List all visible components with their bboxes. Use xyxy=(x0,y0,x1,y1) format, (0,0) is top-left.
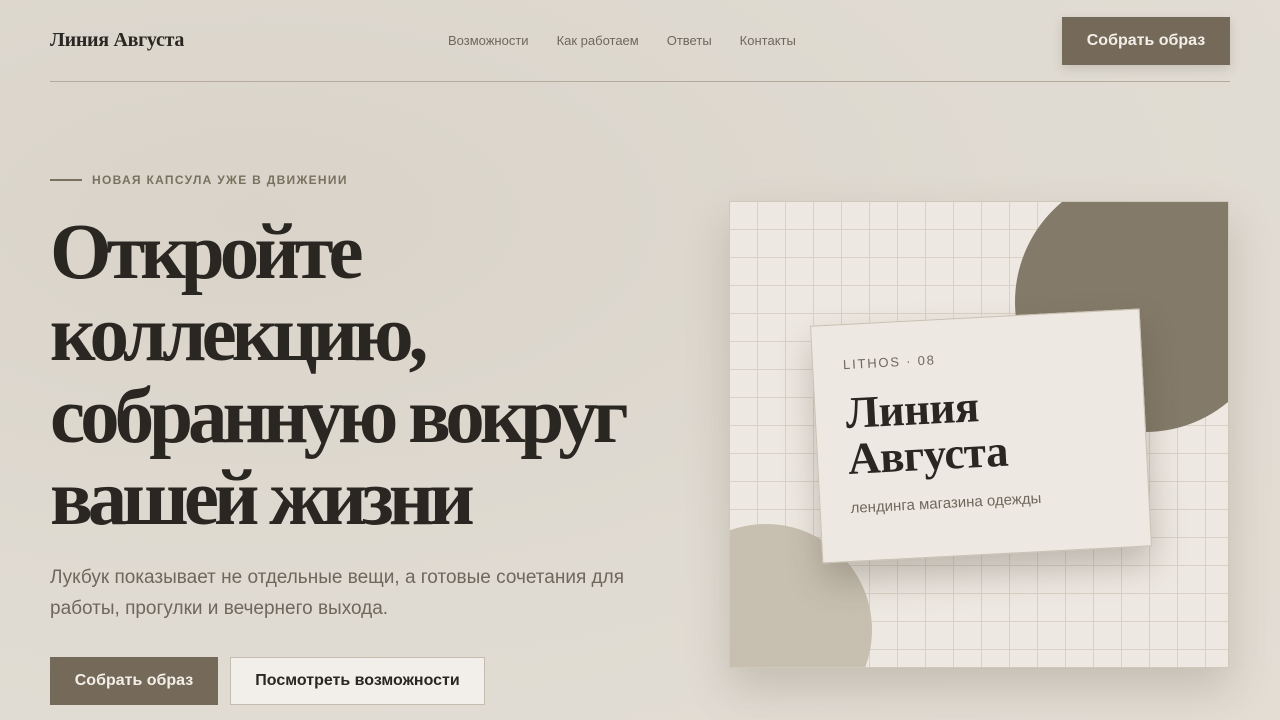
headline-line: Откройте xyxy=(50,209,364,296)
nav-build-outfit-button[interactable]: Собрать образ xyxy=(1062,17,1230,65)
hero-lead: Лукбук показывает не отдельные вещи, а г… xyxy=(50,567,624,619)
card-title-line: Августа xyxy=(846,425,1010,484)
view-features-button[interactable]: Посмотреть возможности xyxy=(230,657,485,705)
eyebrow-text: НОВАЯ КАПСУЛА УЖЕ В ДВИЖЕНИИ xyxy=(92,173,348,187)
nav-link-how-we-work[interactable]: Как работаем xyxy=(557,33,639,48)
nav-links: Возможности Как работаем Ответы Контакты xyxy=(448,33,824,48)
hero-cta-row: Собрать образ Посмотреть возможности xyxy=(50,657,485,705)
card-subtitle: лендинга магазина одежды xyxy=(850,489,1042,517)
headline-line: собранную вокруг xyxy=(50,373,629,460)
card-code: LITHOS · 08 xyxy=(842,352,937,373)
top-navigation: Линия Августа Возможности Как работаем О… xyxy=(50,0,1230,82)
hero-eyebrow: НОВАЯ КАПСУЛА УЖЕ В ДВИЖЕНИИ xyxy=(50,173,348,187)
headline-line: коллекцию, xyxy=(50,291,428,378)
build-outfit-button[interactable]: Собрать образ xyxy=(50,657,218,705)
brand-logo[interactable]: Линия Августа xyxy=(50,29,184,52)
brand-card: LITHOS · 08 Линия Августа лендинга магаз… xyxy=(809,308,1153,564)
nav-link-features[interactable]: Возможности xyxy=(448,33,529,48)
headline-line: вашей жизни xyxy=(50,455,475,542)
hero-headline: Откройте коллекцию, собранную вокруг ваш… xyxy=(50,212,690,540)
eyebrow-line xyxy=(50,179,82,181)
hero-visual: LITHOS · 08 Линия Августа лендинга магаз… xyxy=(729,201,1229,668)
nav-link-contacts[interactable]: Контакты xyxy=(740,33,796,48)
nav-link-answers[interactable]: Ответы xyxy=(667,33,712,48)
card-title: Линия Августа xyxy=(844,376,1116,484)
